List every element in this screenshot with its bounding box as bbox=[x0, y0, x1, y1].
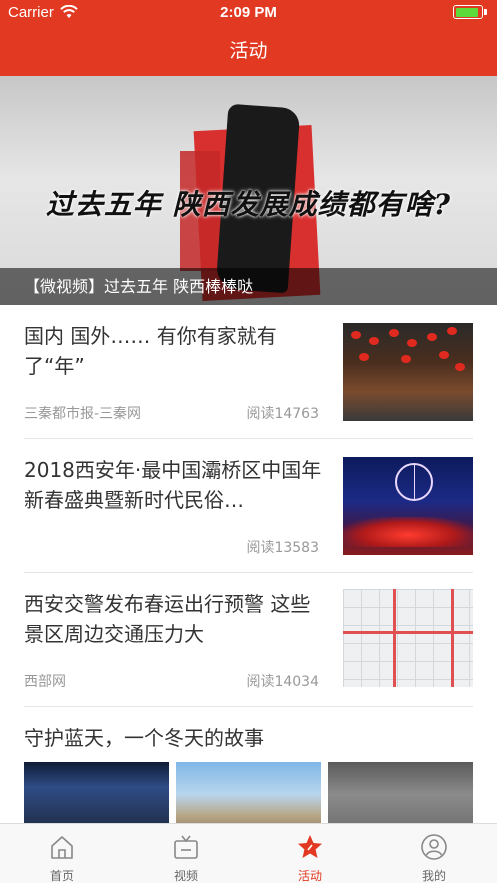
news-read-count: 阅读13583 bbox=[246, 540, 319, 556]
news-item-1[interactable]: 国内 国外…… 有你有家就有了“年” 三秦都市报-三秦网 阅读14763 bbox=[0, 305, 497, 438]
news-item-4-title[interactable]: 守护蓝天，一个冬天的故事 bbox=[24, 722, 264, 751]
list-divider bbox=[24, 706, 473, 707]
tab-label: 我的 bbox=[421, 869, 446, 883]
news-thumbnail-lanterns bbox=[343, 323, 473, 421]
bottom-tab-bar: 首页 视频 活动 我的 bbox=[0, 823, 497, 883]
tv-icon bbox=[174, 835, 198, 859]
tab-profile[interactable]: 我的 bbox=[372, 824, 496, 883]
battery-icon bbox=[453, 5, 483, 19]
news-title: 国内 国外…… 有你有家就有了“年” bbox=[24, 324, 277, 378]
battery-level-fill bbox=[455, 7, 478, 17]
news-item-3[interactable]: 西安交警发布春运出行预警 这些景区周边交通压力大 西部网 阅读14034 bbox=[0, 573, 497, 706]
tab-label: 首页 bbox=[49, 869, 74, 883]
banner-caption: 【微视频】过去五年 陕西棒棒哒 bbox=[0, 268, 497, 305]
news-item-2[interactable]: 2018西安年·最中国灞桥区中国年新春盛典暨新时代民俗… 阅读13583 bbox=[0, 439, 497, 572]
news-read-count: 阅读14034 bbox=[246, 674, 319, 690]
news-thumbnail-traffic-map bbox=[343, 589, 473, 687]
featured-banner[interactable]: 过去五年 陕西发展成绩都有啥? 【微视频】过去五年 陕西棒棒哒 bbox=[0, 76, 497, 305]
star-icon bbox=[298, 835, 322, 858]
home-icon bbox=[51, 836, 73, 859]
news-read-count: 阅读14763 bbox=[246, 406, 319, 422]
news-source: 三秦都市报-三秦网 bbox=[24, 406, 142, 422]
profile-icon bbox=[421, 834, 447, 860]
tab-activity[interactable]: 活动 bbox=[248, 824, 372, 883]
tab-home[interactable]: 首页 bbox=[0, 824, 124, 883]
news-title: 2018西安年·最中国灞桥区中国年新春盛典暨新时代民俗… bbox=[24, 458, 322, 512]
tab-label: 视频 bbox=[173, 869, 198, 883]
tab-label: 活动 bbox=[297, 869, 322, 883]
news-title: 西安交警发布春运出行预警 这些景区周边交通压力大 bbox=[24, 592, 311, 646]
news-source: 西部网 bbox=[24, 674, 66, 690]
banner-calligraphy-text: 过去五年 陕西发展成绩都有啥? bbox=[45, 188, 452, 221]
tab-video[interactable]: 视频 bbox=[124, 824, 248, 883]
status-bar: Carrier 2:09 PM bbox=[0, 0, 497, 26]
status-time: 2:09 PM bbox=[220, 4, 277, 21]
app-header: Carrier 2:09 PM 活动 bbox=[0, 0, 497, 76]
app-screen: Carrier 2:09 PM 活动 过去五年 陕西发展成绩都有啥? 【微视频】… bbox=[0, 0, 497, 883]
news-thumbnail-ferris-wheel bbox=[343, 457, 473, 555]
battery-tip bbox=[484, 9, 487, 15]
page-title: 活动 bbox=[229, 40, 268, 62]
